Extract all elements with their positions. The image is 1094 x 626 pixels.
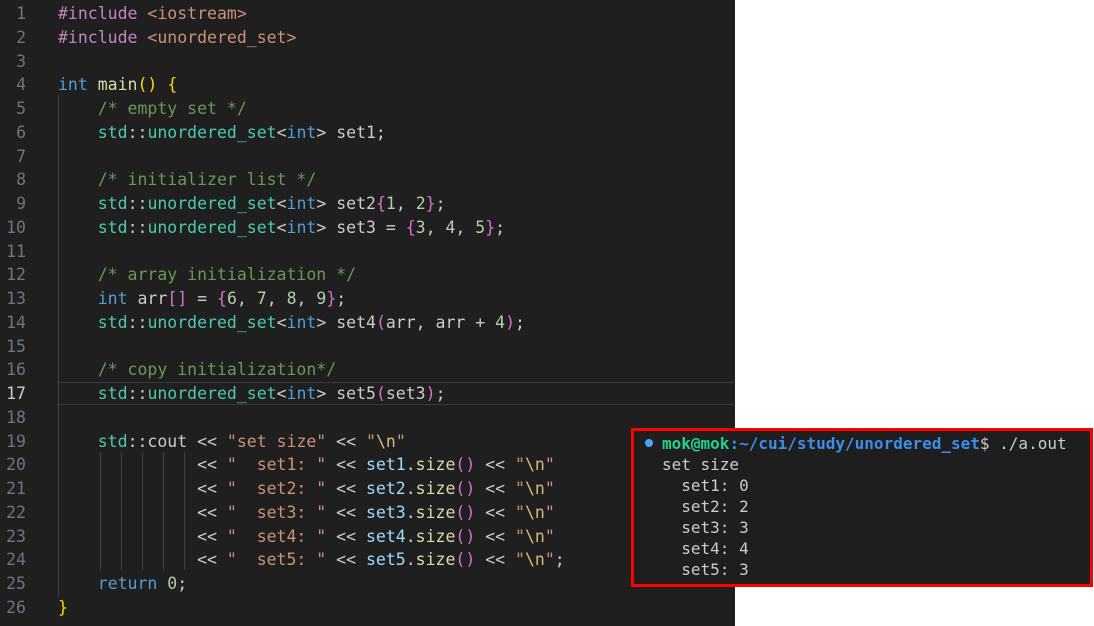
line-number: 8 — [16, 170, 26, 189]
code-line[interactable]: 7 — [0, 145, 735, 169]
line-number: 14 — [6, 313, 26, 332]
line-number: 26 — [6, 598, 26, 617]
terminal-command: ./a.out — [989, 434, 1067, 453]
line-number: 25 — [6, 574, 26, 593]
terminal-output-line: set4: 4 — [662, 539, 749, 558]
line-number: 19 — [6, 432, 26, 451]
terminal-output-line: set1: 0 — [662, 476, 749, 495]
terminal-output-line: set2: 2 — [662, 497, 749, 516]
line-number: 12 — [6, 265, 26, 284]
code-line[interactable]: 23 << " set4: " << set4.size() << "\n" — [0, 525, 735, 549]
line-number: 20 — [6, 455, 26, 474]
line-number: 7 — [16, 147, 26, 166]
code-line[interactable]: 19 std::cout << "set size" << "\n" — [0, 430, 735, 454]
code-text: /* array initialization */ — [97, 265, 357, 284]
code-line[interactable]: 15 — [0, 335, 735, 359]
code-text: return 0; — [97, 574, 188, 593]
code-text: /* empty set */ — [97, 99, 247, 118]
code-text: int main() { — [58, 75, 178, 94]
prompt-path: :~/cui/study/unordered_set — [729, 434, 980, 453]
code-line[interactable]: 18 — [0, 406, 735, 430]
line-number: 16 — [6, 360, 26, 379]
line-number: 1 — [16, 4, 26, 23]
code-text: std::unordered_set<int> set4(arr, arr + … — [97, 313, 525, 332]
line-number: 10 — [6, 218, 26, 237]
line-number: 11 — [6, 242, 26, 261]
prompt-user: mok@mok — [662, 434, 730, 453]
code-line[interactable]: 1 #include <iostream> — [0, 2, 735, 26]
code-text: std::unordered_set<int> set2{1, 2}; — [97, 194, 446, 213]
code-line[interactable]: 20 << " set1: " << set1.size() << "\n" — [0, 453, 735, 477]
code-text: } — [58, 598, 68, 617]
line-number: 4 — [16, 75, 26, 94]
code-line[interactable]: 6 std::unordered_set<int> set1; — [0, 121, 735, 145]
line-number: 22 — [6, 503, 26, 522]
code-text: << " set5: " << set5.size() << "\n"; — [58, 550, 565, 569]
line-number: 6 — [16, 123, 26, 142]
code-line[interactable]: 16 /* copy initialization*/ — [0, 358, 735, 382]
code-line[interactable]: 10 std::unordered_set<int> set3 = {3, 4,… — [0, 216, 735, 240]
code-text: << " set2: " << set2.size() << "\n" — [58, 479, 555, 498]
code-line[interactable]: 14 std::unordered_set<int> set4(arr, arr… — [0, 311, 735, 335]
terminal-output-line: set size — [662, 455, 740, 474]
code-line[interactable]: 24 << " set5: " << set5.size() << "\n"; — [0, 548, 735, 572]
terminal-output-line: set5: 3 — [662, 560, 749, 579]
code-line[interactable]: 13 int arr[] = {6, 7, 8, 9}; — [0, 287, 735, 311]
line-number: 2 — [16, 28, 26, 47]
code-text: std::unordered_set<int> set1; — [97, 123, 386, 142]
code-line[interactable]: 2 #include <unordered_set> — [0, 26, 735, 50]
code-line[interactable]: 11 — [0, 240, 735, 264]
code-line[interactable]: 4 int main() { — [0, 73, 735, 97]
line-number: 3 — [16, 52, 26, 71]
terminal-output-line: set3: 3 — [662, 518, 749, 537]
line-number: 18 — [6, 408, 26, 427]
line-number: 17 — [6, 384, 26, 403]
code-text: #include <iostream> — [58, 4, 247, 23]
code-line[interactable]: 5 /* empty set */ — [0, 97, 735, 121]
code-text: std::unordered_set<int> set3 = {3, 4, 5}… — [97, 218, 506, 237]
code-line[interactable]: 9 std::unordered_set<int> set2{1, 2}; — [0, 192, 735, 216]
terminal-panel[interactable]: mok@mok:~/cui/study/unordered_set$ ./a.o… — [631, 428, 1093, 587]
code-text: << " set3: " << set3.size() << "\n" — [58, 503, 555, 522]
code-text: std::cout << "set size" << "\n" — [97, 432, 406, 451]
line-number: 24 — [6, 550, 26, 569]
code-text: << " set4: " << set4.size() << "\n" — [58, 527, 555, 546]
code-text: /* copy initialization*/ — [97, 360, 337, 379]
status-dot-icon — [645, 439, 653, 447]
code-line[interactable]: 22 << " set3: " << set3.size() << "\n" — [0, 501, 735, 525]
code-text: /* initializer list */ — [97, 170, 317, 189]
code-text: int arr[] = {6, 7, 8, 9}; — [97, 289, 347, 308]
code-line-active[interactable]: 17 std::unordered_set<int> set5(set3); — [0, 382, 735, 406]
prompt-symbol: $ — [979, 434, 990, 453]
code-line[interactable]: 25 return 0; — [0, 572, 735, 596]
code-text: #include <unordered_set> — [58, 28, 297, 47]
code-line[interactable]: 26} — [0, 596, 735, 620]
line-number: 13 — [6, 289, 26, 308]
code-line[interactable]: 3 — [0, 50, 735, 74]
code-editor[interactable]: 1 #include <iostream> 2 #include <unordere… — [0, 0, 735, 626]
line-number: 23 — [6, 527, 26, 546]
code-text: std::unordered_set<int> set5(set3); — [97, 384, 446, 403]
code-line[interactable]: 8 /* initializer list */ — [0, 168, 735, 192]
code-text: << " set1: " << set1.size() << "\n" — [58, 455, 555, 474]
code-line[interactable]: 21 << " set2: " << set2.size() << "\n" — [0, 477, 735, 501]
line-number: 15 — [6, 337, 26, 356]
code-line[interactable]: 12 /* array initialization */ — [0, 263, 735, 287]
line-number: 5 — [16, 99, 26, 118]
line-number: 9 — [16, 194, 26, 213]
line-number: 21 — [6, 479, 26, 498]
terminal-prompt: mok@mok:~/cui/study/unordered_set$ ./a.o… — [662, 433, 1067, 454]
